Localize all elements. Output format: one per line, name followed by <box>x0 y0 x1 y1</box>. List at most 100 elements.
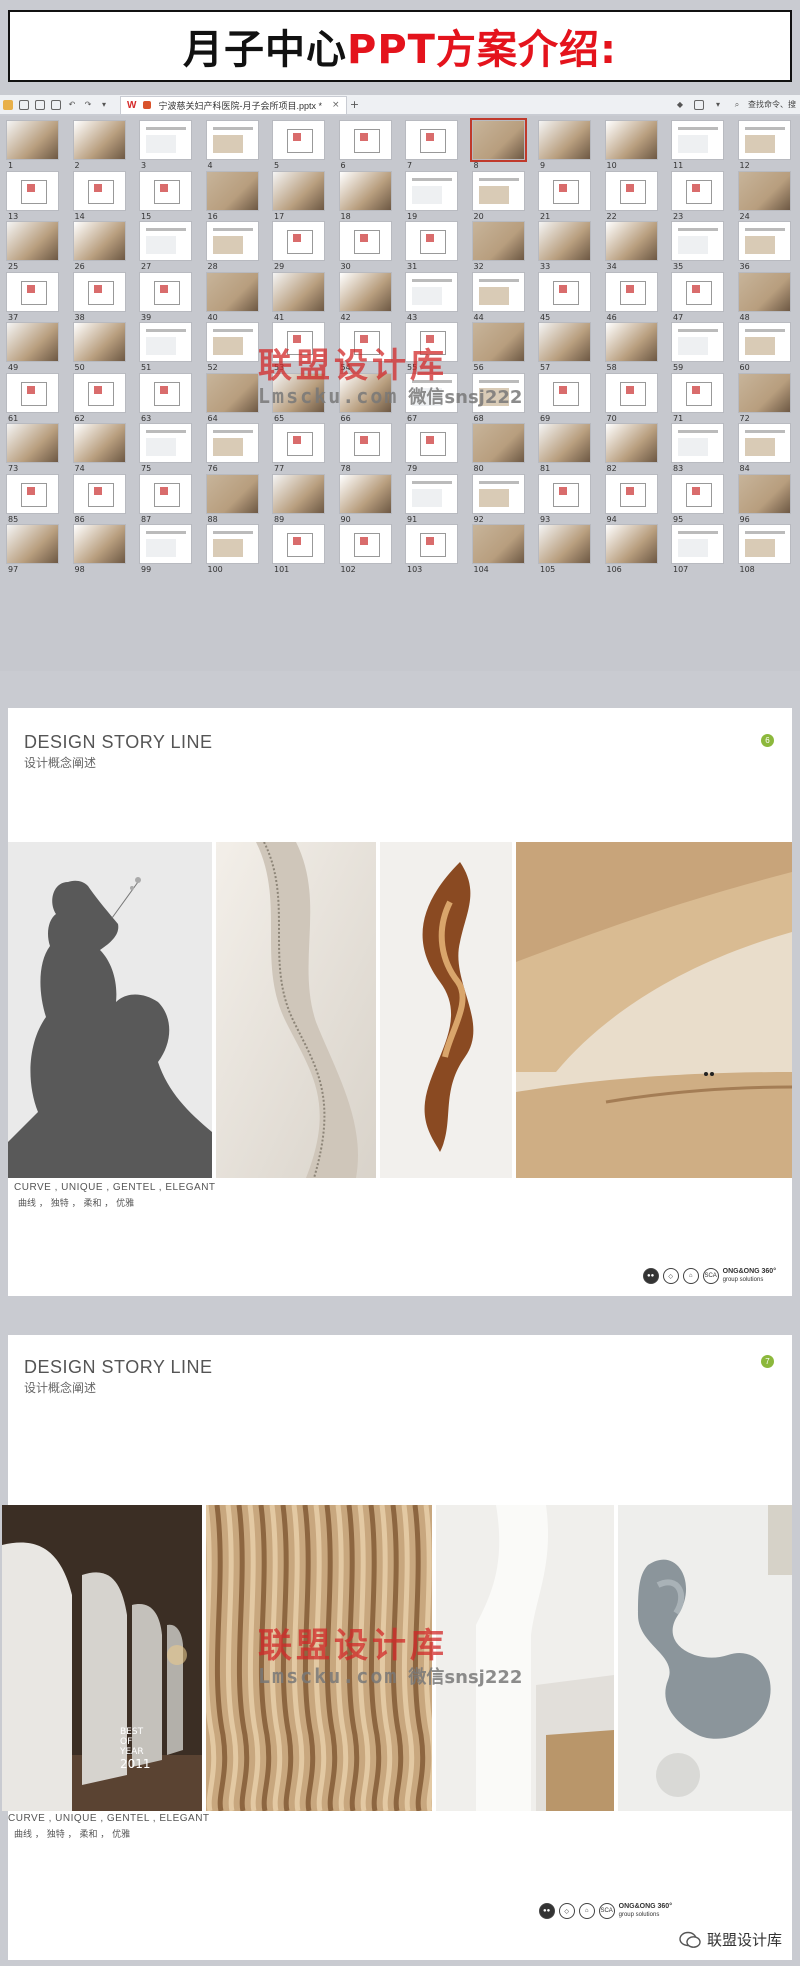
slide-thumbnail[interactable] <box>405 372 458 413</box>
slide-thumbnail[interactable] <box>338 221 392 261</box>
slide-thumbnail[interactable] <box>205 473 259 514</box>
slide-thumbnail[interactable] <box>139 221 192 261</box>
slide-thumbnail[interactable] <box>471 524 525 564</box>
slide-thumbnail[interactable] <box>205 120 259 160</box>
slide-thumbnail[interactable] <box>671 221 724 261</box>
slide-thumbnail[interactable] <box>538 271 591 312</box>
slide-thumbnail[interactable] <box>272 322 325 362</box>
slide-thumbnail[interactable] <box>139 322 192 362</box>
checkbox-icon[interactable] <box>694 99 704 110</box>
slide-thumbnail[interactable] <box>72 524 126 564</box>
slide-thumbnail[interactable] <box>604 271 658 312</box>
slide-thumbnail[interactable] <box>6 271 59 312</box>
slide-thumbnail[interactable] <box>538 170 591 211</box>
slide-thumbnail[interactable] <box>6 322 59 362</box>
slide-thumbnail[interactable] <box>139 372 192 413</box>
slide-thumbnail[interactable] <box>205 524 259 564</box>
slide-thumbnail[interactable] <box>471 271 525 312</box>
slide-thumbnail[interactable] <box>272 473 325 514</box>
dropdown-icon[interactable]: ▾ <box>99 100 109 110</box>
slide-thumbnail[interactable] <box>671 120 724 160</box>
slide-thumbnail[interactable] <box>205 372 259 413</box>
slide-thumbnail[interactable] <box>471 170 525 211</box>
undo-icon[interactable]: ↶ <box>67 100 77 110</box>
shield-icon[interactable]: ◆ <box>675 100 685 110</box>
slide-thumbnail[interactable] <box>671 271 724 312</box>
slide-thumbnail[interactable] <box>139 271 192 312</box>
slide-thumbnail[interactable] <box>338 524 392 564</box>
search-icon[interactable]: ⌕ <box>732 100 742 110</box>
slide-thumbnail[interactable] <box>604 524 658 564</box>
slide-thumbnail[interactable] <box>338 473 392 514</box>
slide-thumbnail[interactable] <box>272 524 325 564</box>
slide-thumbnail[interactable] <box>737 423 791 463</box>
slide-thumbnail[interactable] <box>405 271 458 312</box>
slide-thumbnail[interactable] <box>405 221 458 261</box>
slide-thumbnail[interactable] <box>338 170 392 211</box>
slide-thumbnail[interactable] <box>72 322 126 362</box>
slide-thumbnail[interactable] <box>604 423 658 463</box>
slide-thumbnail[interactable] <box>338 120 392 160</box>
command-search[interactable]: 查找命令、搜 <box>748 99 796 110</box>
slide-thumbnail[interactable] <box>737 271 791 312</box>
slide-thumbnail[interactable] <box>272 221 325 261</box>
slide-thumbnail[interactable] <box>405 120 458 160</box>
slide-thumbnail[interactable] <box>405 524 458 564</box>
slide-thumbnail[interactable] <box>671 524 724 564</box>
slide-thumbnail[interactable] <box>471 423 525 463</box>
slide-thumbnail[interactable] <box>604 221 658 261</box>
slide-thumbnail[interactable] <box>6 120 59 160</box>
slide-thumbnail[interactable] <box>604 120 658 160</box>
slide-thumbnail[interactable] <box>538 473 591 514</box>
slide-thumbnail[interactable] <box>205 271 259 312</box>
slide-thumbnail[interactable] <box>604 372 658 413</box>
slide-thumbnail[interactable] <box>604 322 658 362</box>
slide-thumbnail[interactable] <box>471 322 525 362</box>
slide-thumbnail[interactable] <box>6 372 59 413</box>
slide-thumbnail[interactable] <box>205 221 259 261</box>
slide-thumbnail[interactable] <box>139 120 192 160</box>
slide-thumbnail[interactable] <box>205 423 259 463</box>
slide-thumbnail[interactable] <box>6 524 59 564</box>
slide-thumbnail[interactable] <box>604 473 658 514</box>
slide-thumbnail[interactable] <box>205 322 259 362</box>
slide-thumbnail[interactable] <box>737 221 791 261</box>
slide-thumbnail[interactable] <box>272 271 325 312</box>
slide-thumbnail[interactable] <box>538 372 591 413</box>
save-icon[interactable] <box>19 99 29 110</box>
slide-thumbnail[interactable] <box>6 473 59 514</box>
slide-thumbnail[interactable] <box>671 170 724 211</box>
slide-thumbnail[interactable] <box>72 473 126 514</box>
document-tab[interactable]: W 宁波慈关妇产科医院-月子会所项目.pptx * × <box>120 95 347 114</box>
slide-thumbnail[interactable] <box>139 423 192 463</box>
slide-thumbnail[interactable] <box>671 372 724 413</box>
slide-thumbnail[interactable] <box>469 118 527 162</box>
slide-thumbnail[interactable] <box>338 322 392 362</box>
slide-thumbnail[interactable] <box>538 120 591 160</box>
slide-thumbnail[interactable] <box>338 271 392 312</box>
slide-thumbnail[interactable] <box>471 372 525 413</box>
folder-icon[interactable] <box>3 99 13 110</box>
slide-thumbnail[interactable] <box>671 423 724 463</box>
slide-thumbnail[interactable] <box>72 120 126 160</box>
slide-thumbnail[interactable] <box>72 170 126 211</box>
slide-thumbnail[interactable] <box>272 170 325 211</box>
slide-thumbnail[interactable] <box>737 120 791 160</box>
slide-thumbnail[interactable] <box>272 423 325 463</box>
slide-thumbnail[interactable] <box>737 473 791 514</box>
slide-thumbnail[interactable] <box>671 322 724 362</box>
add-tab-button[interactable]: + <box>350 98 360 111</box>
slide-thumbnail[interactable] <box>338 372 392 413</box>
dropdown-icon[interactable]: ▾ <box>713 100 723 110</box>
slide-thumbnail[interactable] <box>405 423 458 463</box>
slide-thumbnail[interactable] <box>6 423 59 463</box>
preview-icon[interactable] <box>51 99 61 110</box>
slide-thumbnail[interactable] <box>205 170 259 211</box>
slide-thumbnail[interactable] <box>72 423 126 463</box>
slide-thumbnail[interactable] <box>405 170 458 211</box>
slide-thumbnail[interactable] <box>538 221 591 261</box>
slide-thumbnail[interactable] <box>405 473 458 514</box>
slide-thumbnail[interactable] <box>737 170 791 211</box>
slide-thumbnail[interactable] <box>72 372 126 413</box>
slide-thumbnail[interactable] <box>139 170 192 211</box>
